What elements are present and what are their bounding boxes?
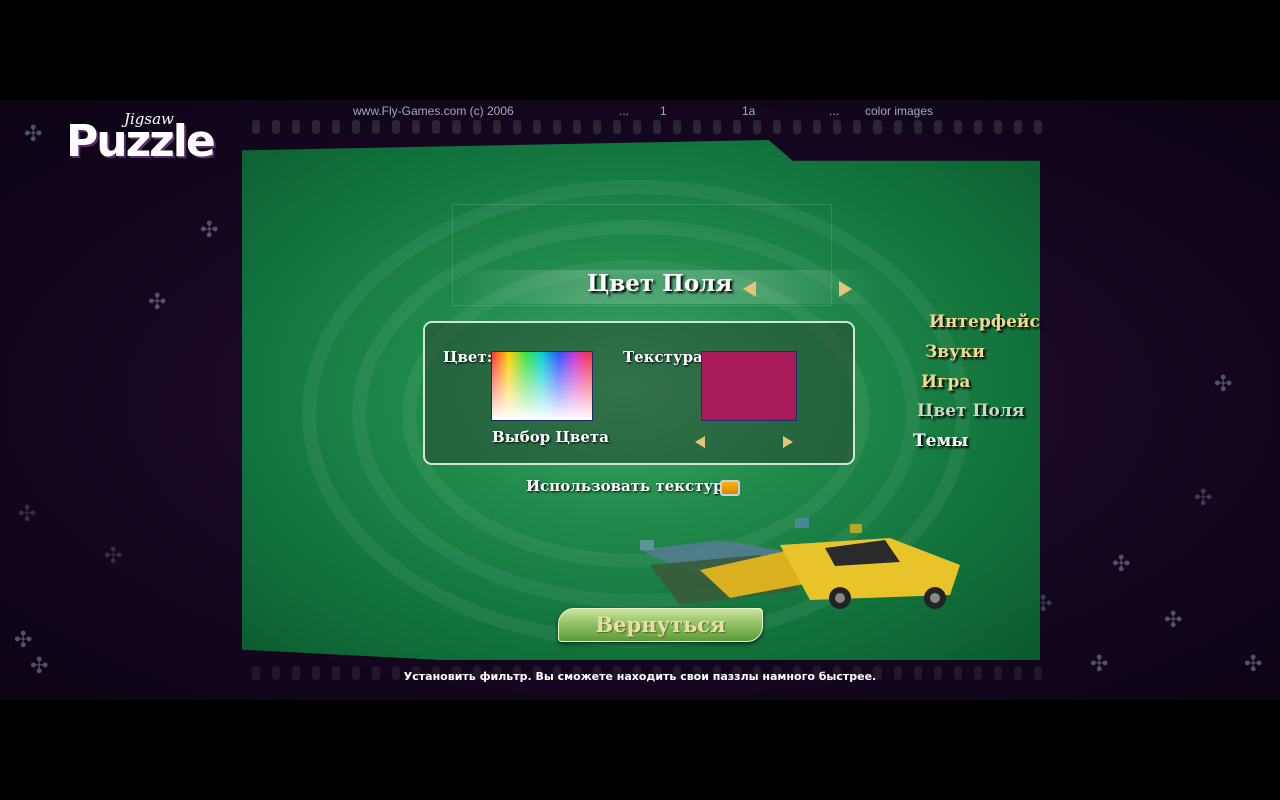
texture-preview — [701, 351, 797, 421]
puzzle-piece-icon: ✣ — [104, 544, 123, 569]
puzzle-piece-icon: ✣ — [1164, 608, 1183, 633]
level-number: 1 — [660, 104, 667, 118]
image-mode-text: color images — [865, 104, 934, 118]
texture-prev-arrow-icon[interactable] — [695, 436, 705, 448]
puzzle-piece-icon: ✣ — [148, 290, 167, 315]
back-button-label: Вернуться — [595, 612, 726, 637]
back-button[interactable]: Вернуться — [558, 608, 763, 642]
use-texture-checkbox[interactable] — [720, 480, 740, 496]
level-sub-number: 1a — [742, 104, 756, 118]
logo-puzzle-text: Puzzle — [66, 116, 216, 167]
puzzle-piece-icon: ✣ — [1194, 486, 1213, 511]
section-prev-arrow-icon[interactable] — [743, 281, 756, 297]
puzzle-piece-icon: ✣ — [14, 628, 33, 653]
puzzle-piece-icon: ✣ — [1112, 552, 1131, 577]
puzzle-car-illustration — [640, 518, 960, 609]
section-next-arrow-icon[interactable] — [839, 281, 852, 297]
info-separator: ... — [619, 104, 630, 118]
texture-label: Текстура: — [623, 348, 709, 366]
puzzle-piece-icon: ✣ — [24, 122, 43, 147]
copyright-text: www.Fly-Games.com (c) 2006 — [353, 104, 514, 118]
use-texture-label: Использовать текстуру: — [526, 477, 739, 495]
menu-item-themes[interactable]: Темы — [913, 431, 968, 451]
color-picker[interactable] — [491, 351, 593, 421]
puzzle-piece-icon: ✣ — [18, 502, 37, 527]
section-title: Цвет Поля — [587, 270, 733, 297]
game-screen: ✣ ✣ ✣ ✣ ✣ ✣ ✣ ✣ ✣ ✣ ✣ ✣ ✣ ✣ Jigsaw Puzzl… — [0, 100, 1280, 700]
menu-item-game[interactable]: Игра — [921, 372, 970, 392]
status-hint: Установить фильтр. Вы сможете находить с… — [403, 670, 877, 683]
texture-next-arrow-icon[interactable] — [783, 436, 793, 448]
film-strip-top — [252, 120, 1042, 136]
info-bar: www.Fly-Games.com (c) 2006 ... 1 1a ... … — [0, 102, 1280, 118]
info-separator: ... — [829, 104, 840, 118]
color-label: Цвет: — [443, 348, 493, 366]
menu-item-sounds[interactable]: Звуки — [925, 342, 985, 362]
menu-item-field-color[interactable]: Цвет Поля — [917, 401, 1024, 421]
puzzle-piece-icon: ✣ — [1214, 372, 1233, 397]
color-pick-label[interactable]: Выбор Цвета — [492, 428, 609, 446]
menu-item-interface[interactable]: Интерфейс — [929, 312, 1040, 332]
puzzle-piece-icon: ✣ — [200, 218, 219, 243]
